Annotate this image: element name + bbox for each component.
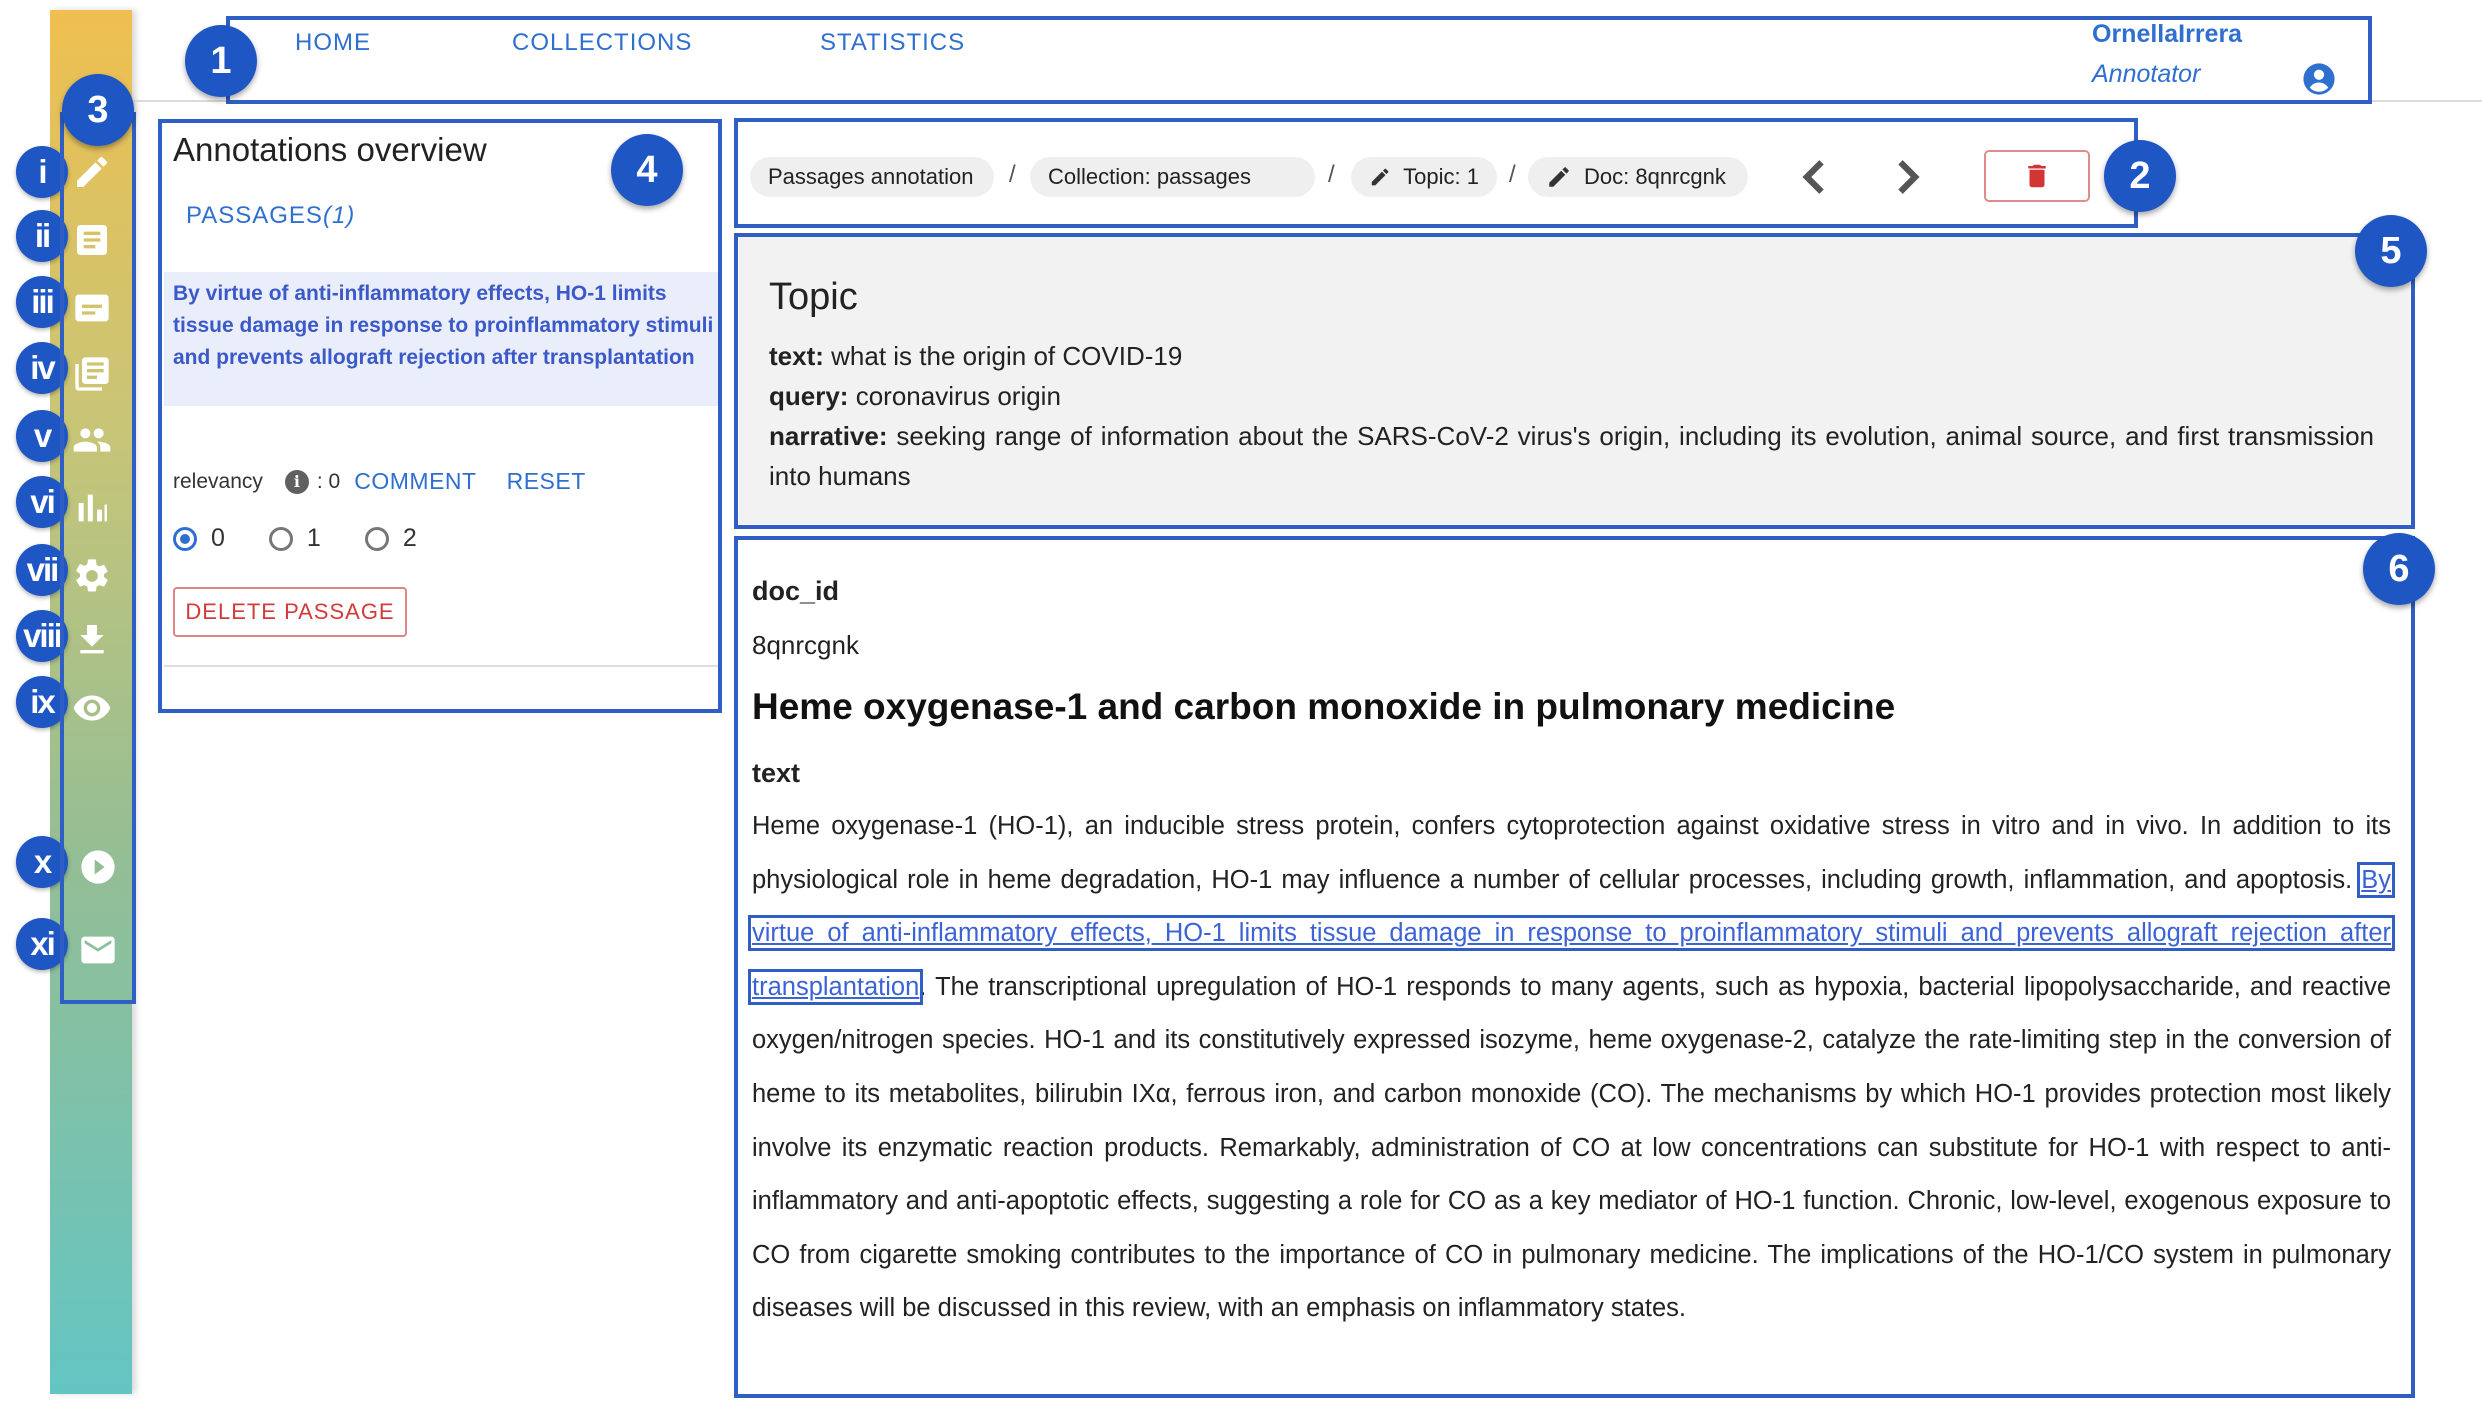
callout-4: 4 xyxy=(611,134,683,206)
callout-3: 3 xyxy=(62,74,134,146)
annotation-frame-document xyxy=(734,536,2415,1398)
annotation-frame-topic xyxy=(734,233,2415,529)
annotation-frame-overview xyxy=(158,119,722,713)
callout-2: 2 xyxy=(2104,140,2176,212)
annotation-frame-sidebar xyxy=(60,112,136,1004)
annotation-frame-header xyxy=(226,16,2372,104)
callout-5: 5 xyxy=(2355,215,2427,287)
callout-6: 6 xyxy=(2363,533,2435,605)
callout-1: 1 xyxy=(185,25,257,97)
annotation-frame-breadcrumb xyxy=(734,118,2138,228)
